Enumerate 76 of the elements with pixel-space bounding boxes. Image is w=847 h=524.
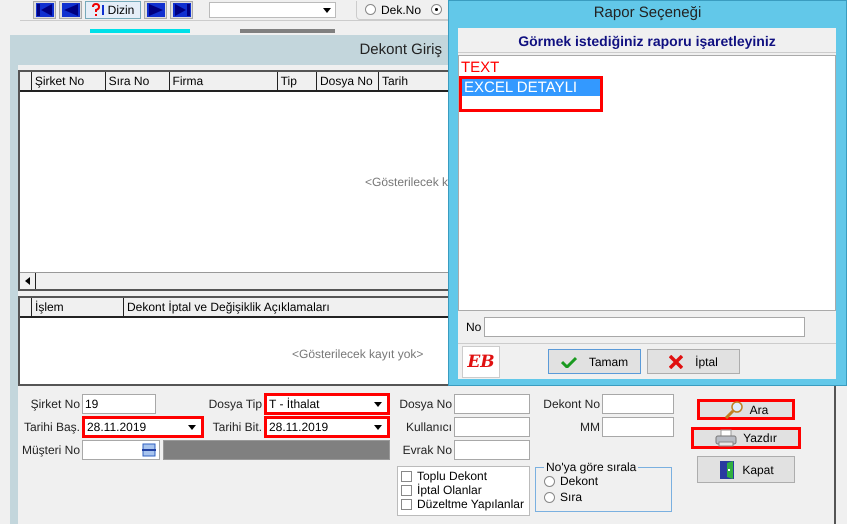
column-header[interactable]: Şirket No — [32, 72, 106, 90]
empty-grid-message: <Gösterilecek k — [365, 175, 448, 189]
radio-label: Sıra — [560, 490, 582, 504]
search-icon — [724, 400, 744, 418]
customer-field[interactable] — [82, 440, 160, 460]
ok-button[interactable]: Tamam — [548, 349, 641, 374]
window-title: Dekont Giriş — [359, 40, 442, 60]
combo-box[interactable]: 28.11.2019 — [82, 416, 204, 438]
dropdown-arrow-icon — [374, 402, 382, 406]
field-label: Şirket No — [30, 396, 80, 413]
checkbox-label: İptal Olanlar — [417, 483, 482, 497]
lookup-icon — [142, 443, 156, 457]
first-record-icon — [36, 3, 54, 17]
nav-button[interactable] — [144, 1, 167, 19]
radio-button[interactable] — [544, 492, 555, 502]
exit-button[interactable]: Kapat — [697, 456, 795, 483]
column-header[interactable]: İşlem — [32, 298, 124, 316]
combo-box[interactable]: T - İthalat — [264, 393, 390, 415]
report-option[interactable]: TEXT — [459, 59, 835, 76]
input-field[interactable] — [602, 394, 674, 414]
nav-button[interactable] — [33, 1, 56, 19]
input-field[interactable] — [602, 417, 674, 437]
field-label: Kullanıcı — [404, 419, 452, 436]
field-label: Tarihi Bit. — [212, 419, 262, 436]
dropdown-arrow-icon — [374, 424, 382, 430]
checkbox[interactable] — [401, 498, 412, 510]
radio-button[interactable] — [365, 4, 376, 15]
field-label: Dosya No — [398, 396, 452, 413]
input-field[interactable] — [484, 317, 806, 337]
index-button[interactable]: Dizin — [85, 1, 141, 19]
field-label: Evrak No — [402, 442, 452, 459]
field-label: No — [466, 320, 482, 334]
group-title: No'ya göre sırala — [545, 460, 638, 474]
last-record-icon — [172, 3, 190, 17]
input-field[interactable] — [454, 394, 530, 414]
radio-label: Dekont — [560, 474, 598, 488]
column-header[interactable]: Sıra No — [106, 72, 170, 90]
column-header[interactable]: Dosya No — [317, 72, 379, 90]
dropdown-arrow-icon — [323, 8, 331, 12]
field-label: MM — [579, 419, 600, 436]
search-button[interactable]: Ara — [697, 399, 795, 420]
next-icon — [146, 3, 164, 17]
close-icon — [669, 354, 684, 368]
combo-box[interactable]: 28.11.2019 — [264, 416, 390, 438]
checkmark-icon — [560, 356, 577, 368]
field-label: Tarihi Baş. — [22, 419, 80, 436]
print-button[interactable]: Yazdır — [691, 427, 801, 449]
checkbox-label: Toplu Dekont — [417, 469, 488, 483]
checkbox[interactable] — [401, 484, 412, 496]
input-field[interactable] — [454, 440, 530, 460]
record-combo[interactable] — [209, 2, 336, 18]
radio-label: Dek.No — [381, 2, 422, 16]
dropdown-arrow-icon — [188, 424, 196, 430]
radio-button[interactable] — [544, 476, 555, 486]
field-label: Dekont No — [542, 396, 600, 413]
index-icon — [92, 3, 106, 17]
input-field[interactable]: 19 — [82, 394, 156, 414]
field-label: Müşteri No — [20, 442, 80, 459]
dialog-heading: Görmek istediğiniz raporu işaretleyiniz — [458, 28, 836, 53]
empty-grid-message: <Gösterilecek kayıt yok> — [292, 347, 424, 361]
left-arrow-icon — [25, 277, 30, 285]
nav-button[interactable] — [59, 1, 82, 19]
column-header[interactable]: Firma — [170, 72, 278, 90]
column-header[interactable]: Tip — [278, 72, 318, 90]
input-field[interactable] — [454, 417, 530, 437]
checkbox[interactable] — [401, 470, 412, 482]
previous-icon — [62, 3, 80, 17]
radio-button[interactable] — [431, 4, 442, 15]
logo: EB — [462, 346, 500, 378]
nav-button[interactable] — [170, 1, 193, 19]
dialog-title: Rapor Seçeneği — [592, 3, 702, 23]
cancel-button[interactable]: İptal — [647, 349, 740, 374]
printer-icon — [715, 429, 738, 447]
door-icon — [718, 460, 736, 480]
checkbox-label: Düzeltme Yapılanlar — [417, 497, 524, 511]
field-label: Dosya Tip — [208, 396, 262, 413]
